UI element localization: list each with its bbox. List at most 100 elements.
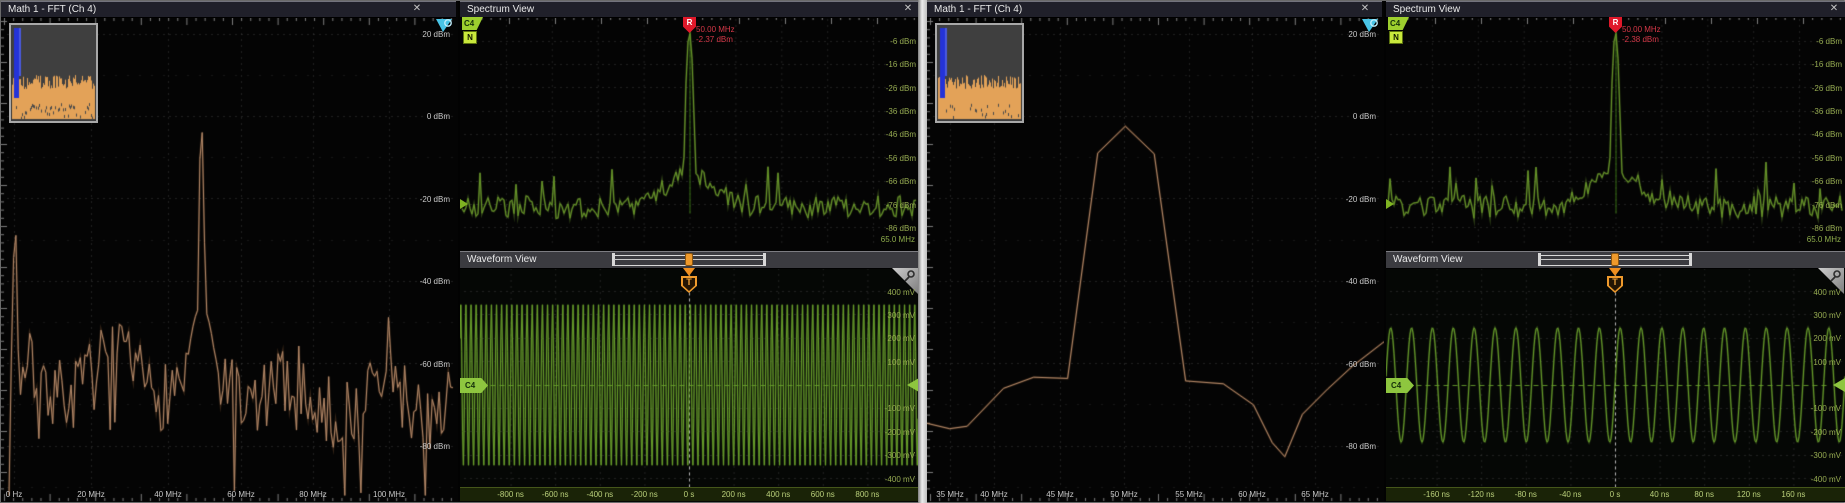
waveform-title: Waveform View — [467, 253, 536, 267]
fft-x-axis-label: 35 MHz — [936, 490, 964, 499]
waveform-y-axis-label: -400 mV — [885, 475, 915, 484]
fft-y-axis-label: -80 dBm — [420, 442, 450, 451]
acquisition-mode-badge[interactable]: N — [1389, 31, 1403, 44]
fft-panel: 20 dBm0 dBm-20 dBm-40 dBm-60 dBm-80 dBm0… — [1, 1, 458, 502]
fft-x-axis-label: 45 MHz — [1046, 490, 1074, 499]
fft-panel: 20 dBm0 dBm-20 dBm-40 dBm-60 dBm-80 dBm3… — [927, 1, 1384, 502]
spectrum-y-axis-label: -66 dBm — [886, 177, 916, 186]
trigger-position-arrow-icon — [683, 268, 695, 276]
spectrum-plot[interactable] — [460, 1, 919, 251]
spectrum-y-axis-label: -16 dBm — [886, 60, 916, 69]
scope-group-left: 20 dBm0 dBm-20 dBm-40 dBm-60 dBm-80 dBm0… — [0, 0, 918, 503]
marker-frequency-readout: 50.00 MHz — [1622, 25, 1661, 34]
waveform-time-label: -400 ns — [586, 490, 613, 499]
marker-amplitude-readout: -2.38 dBm — [1622, 35, 1659, 44]
fft-y-axis-label: 0 dBm — [427, 112, 450, 121]
spectrum-title: Spectrum View — [467, 3, 534, 17]
spectrum-y-axis-label: -16 dBm — [1812, 60, 1842, 69]
fft-y-axis-label: -60 dBm — [420, 360, 450, 369]
fft-y-axis-label: -60 dBm — [1346, 360, 1376, 369]
fft-x-axis-label: 80 MHz — [299, 490, 327, 499]
fft-y-axis-label: 20 dBm — [422, 30, 450, 39]
fft-x-axis-label: 65 MHz — [1301, 490, 1329, 499]
trigger-letter: T — [1607, 277, 1623, 287]
fft-titlebar: Math 1 - FFT (Ch 4) ✕ — [1, 1, 456, 18]
fft-x-axis-label: 50 MHz — [1110, 490, 1138, 499]
fft-x-axis-label: 0 Hz — [6, 490, 22, 499]
waveform-y-axis-label: -300 mV — [1811, 451, 1841, 460]
fft-x-axis-label: 40 MHz — [980, 490, 1008, 499]
slider-trigger-marker[interactable] — [685, 253, 693, 266]
trigger-letter: T — [681, 277, 697, 287]
horizontal-pan-slider[interactable] — [614, 255, 764, 266]
fft-y-axis-label: -40 dBm — [420, 277, 450, 286]
trigger-level-arrow[interactable] — [1833, 378, 1845, 392]
spectrum-y-axis-label: -76 dBm — [1812, 201, 1842, 210]
close-icon[interactable]: ✕ — [410, 2, 424, 16]
waveform-time-label: 40 ns — [1650, 490, 1670, 499]
fft-x-axis-label: 100 MHz — [373, 490, 405, 499]
waveform-y-axis-label: 300 mV — [887, 311, 915, 320]
waveform-y-axis-label: 400 mV — [887, 288, 915, 297]
waveform-time-label: 160 ns — [1781, 490, 1805, 499]
close-icon[interactable]: ✕ — [1827, 2, 1841, 16]
fft-overview-thumbnail[interactable] — [9, 23, 98, 123]
waveform-y-axis-label: -100 mV — [885, 404, 915, 413]
waveform-y-axis-label: 300 mV — [1813, 311, 1841, 320]
waveform-y-axis-label: 400 mV — [1813, 288, 1841, 297]
trigger-flag[interactable]: T — [681, 276, 697, 293]
waveform-time-label: -800 ns — [497, 490, 524, 499]
window-splitter[interactable] — [918, 0, 927, 503]
span-right-edge-label: 65.0 MHz — [1807, 235, 1841, 244]
fft-x-axis-label: 40 MHz — [154, 490, 182, 499]
waveform-titlebar: Waveform View — [460, 251, 919, 269]
waveform-time-label: 400 ns — [766, 490, 790, 499]
waveform-y-axis-label: 200 mV — [887, 334, 915, 343]
marker-amplitude-readout: -2.37 dBm — [696, 35, 733, 44]
trigger-flag[interactable]: T — [1607, 276, 1623, 293]
spectrum-y-axis-label: -36 dBm — [1812, 107, 1842, 116]
waveform-time-label: -40 ns — [1559, 490, 1581, 499]
spectrum-y-axis-label: -56 dBm — [1812, 154, 1842, 163]
spectrum-plot[interactable] — [1386, 1, 1845, 251]
spectrum-title: Spectrum View — [1393, 3, 1460, 17]
fft-overview-thumbnail[interactable] — [935, 23, 1024, 123]
spectrum-y-axis-label: -86 dBm — [886, 224, 916, 233]
waveform-y-axis-label: -300 mV — [885, 451, 915, 460]
waveform-title: Waveform View — [1393, 253, 1462, 267]
fft-y-axis-label: -40 dBm — [1346, 277, 1376, 286]
fft-y-axis-label: 20 dBm — [1348, 30, 1376, 39]
spectrum-y-axis-label: -76 dBm — [886, 201, 916, 210]
spectrum-y-axis-label: -86 dBm — [1812, 224, 1842, 233]
close-icon[interactable]: ✕ — [1358, 2, 1372, 16]
waveform-time-label: 800 ns — [855, 490, 879, 499]
waveform-time-label: 0 s — [684, 490, 695, 499]
waveform-time-label: -120 ns — [1468, 490, 1495, 499]
spectrum-y-axis-label: -26 dBm — [886, 84, 916, 93]
acquisition-mode-badge[interactable]: N — [463, 31, 477, 44]
waveform-time-label: -600 ns — [542, 490, 569, 499]
fft-x-axis-label: 60 MHz — [1238, 490, 1266, 499]
close-icon[interactable]: ✕ — [901, 2, 915, 16]
fft-title: Math 1 - FFT (Ch 4) — [934, 3, 1022, 17]
fft-titlebar: Math 1 - FFT (Ch 4) ✕ — [927, 1, 1382, 18]
waveform-time-label: -160 ns — [1423, 490, 1450, 499]
slider-trigger-marker[interactable] — [1611, 253, 1619, 266]
reference-level-arrow — [460, 199, 468, 209]
spectrum-y-axis-label: -36 dBm — [886, 107, 916, 116]
spectrum-y-axis-label: -6 dBm — [1816, 37, 1842, 46]
spectrum-panel: Spectrum View ✕ C4 N R 50.00 MHz -2.37 d… — [460, 1, 919, 251]
trigger-position-arrow-icon — [1609, 268, 1621, 276]
spectrum-y-axis-label: -56 dBm — [886, 154, 916, 163]
horizontal-pan-slider[interactable] — [1540, 255, 1690, 266]
span-right-edge-label: 65.0 MHz — [881, 235, 915, 244]
spectrum-panel: Spectrum View ✕ C4 N R 50.00 MHz -2.38 d… — [1386, 1, 1845, 251]
fft-y-axis-label: -20 dBm — [1346, 195, 1376, 204]
waveform-y-axis-label: 200 mV — [1813, 334, 1841, 343]
fft-y-axis-label: -80 dBm — [1346, 442, 1376, 451]
waveform-time-label: 0 s — [1610, 490, 1621, 499]
waveform-time-label: 120 ns — [1737, 490, 1761, 499]
spectrum-y-axis-label: -46 dBm — [886, 130, 916, 139]
waveform-y-axis-label: -100 mV — [1811, 404, 1841, 413]
waveform-y-axis-label: -200 mV — [885, 428, 915, 437]
